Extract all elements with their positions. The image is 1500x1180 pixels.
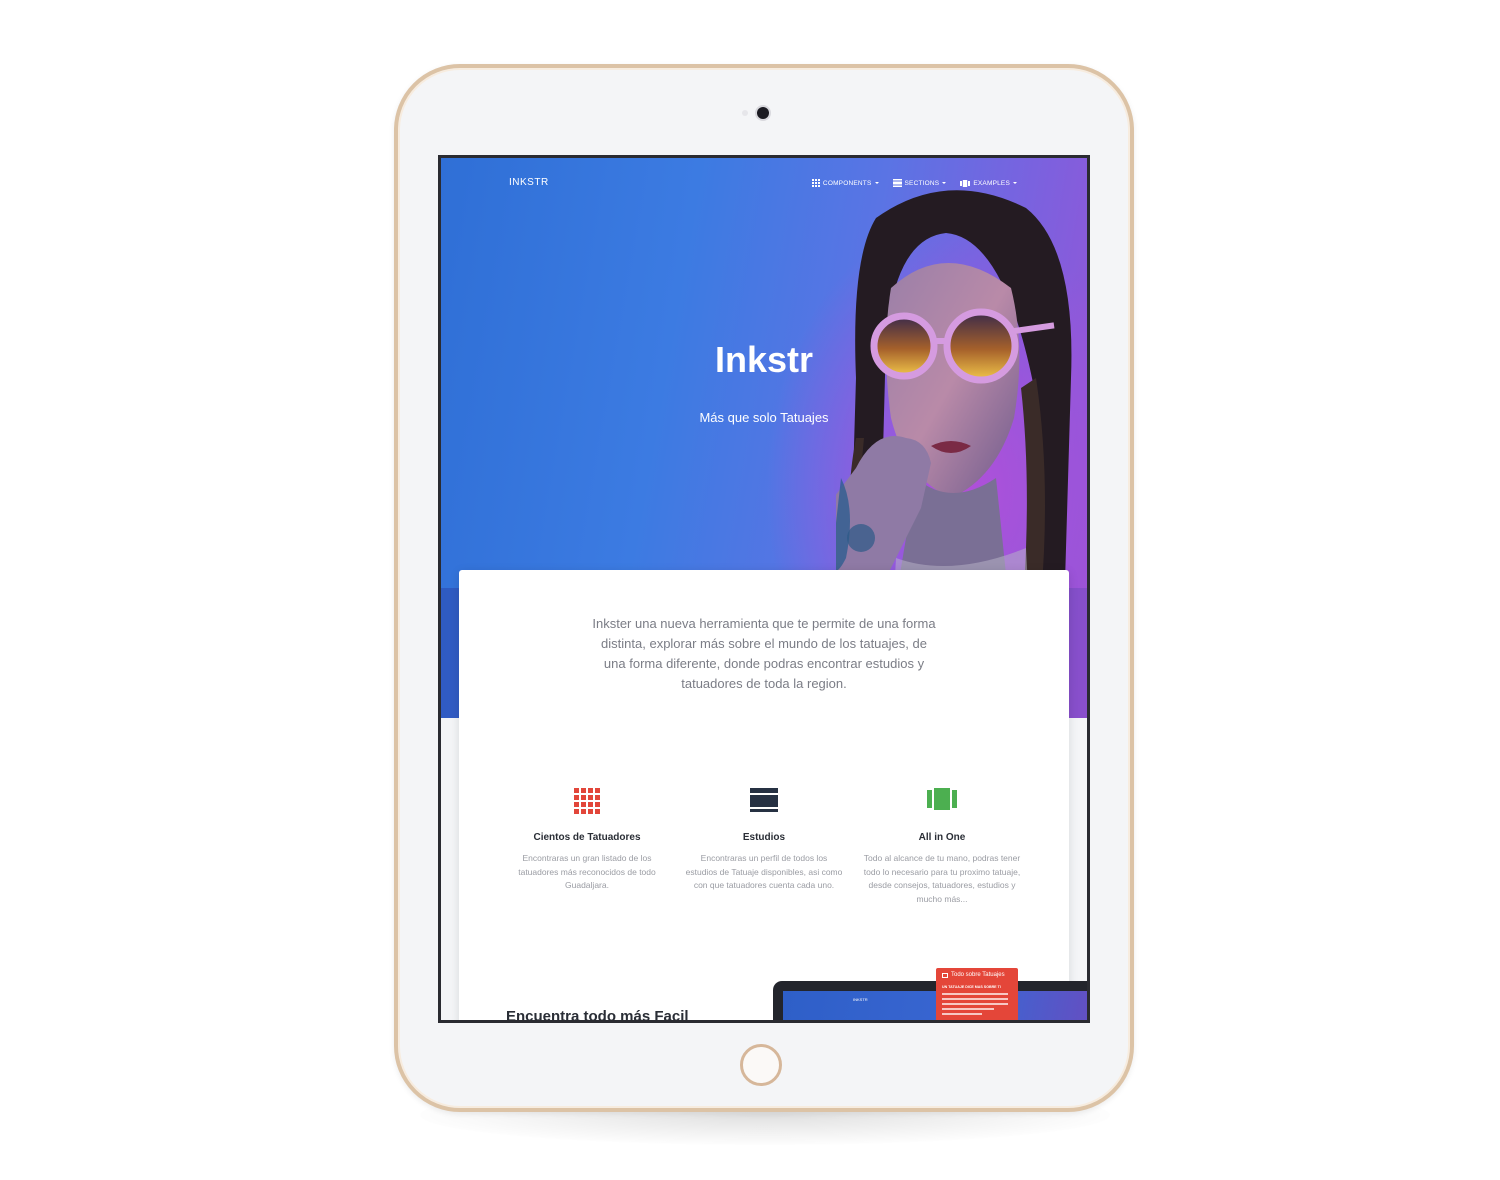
intro-paragraph: Inkster una nueva herramienta que te per…	[592, 616, 936, 691]
feature-estudios: Estudios Encontraras un perfil de todos …	[684, 788, 844, 893]
tablet-screen: INKSTR COMPONENTS SECTIONS EXAMPLES Inks…	[438, 155, 1090, 1023]
laptop-preview: INKSTR	[773, 981, 1087, 1020]
feature-all-in-one: All in One Todo al alcance de tu mano, p…	[862, 788, 1022, 906]
nav-sections[interactable]: SECTIONS	[892, 179, 947, 187]
feature-title: Estudios	[742, 832, 786, 843]
section-title: Encuentra todo más Facil	[506, 1008, 689, 1020]
front-camera	[757, 107, 769, 119]
feature-tatuadores: Cientos de Tatuadores Encontraras un gra…	[507, 788, 667, 893]
feature-title: Cientos de Tatuadores	[533, 832, 641, 843]
apps-icon	[811, 179, 820, 187]
chevron-down-icon	[874, 182, 879, 184]
light-sensor	[742, 110, 748, 116]
nav-examples[interactable]: EXAMPLES	[960, 179, 1017, 187]
preview-brand: INKSTR	[853, 997, 868, 1002]
feature-text: Encontraras un perfil de todos los estud…	[685, 853, 843, 890]
grid-icon	[574, 788, 600, 814]
chevron-down-icon	[942, 182, 947, 184]
view-list-icon	[750, 788, 778, 814]
feature-title: All in One	[918, 832, 966, 843]
view-day-icon	[892, 179, 902, 187]
nav-components[interactable]: COMPONENTS	[811, 179, 879, 187]
view-carousel-icon	[927, 788, 957, 814]
nav-sections-label: SECTIONS	[904, 179, 940, 187]
nav-components-label: COMPONENTS	[822, 179, 872, 187]
home-button[interactable]	[740, 1044, 782, 1086]
nav-examples-label: EXAMPLES	[973, 179, 1010, 187]
brand-logo[interactable]: INKSTR	[509, 177, 549, 188]
feature-text: Todo al alcance de tu mano, podras tener…	[863, 853, 1021, 904]
preview-card-subtitle: UN TATUAJE DICE MAS SOBRE TI	[942, 985, 1001, 989]
hero-subtitle: Más que solo Tatuajes	[699, 410, 829, 425]
preview-card-title: Todo sobre Tatuajes	[951, 972, 1005, 978]
news-icon	[942, 972, 948, 978]
view-carousel-icon	[960, 179, 971, 187]
main-content-card: Inkster una nueva herramienta que te per…	[459, 570, 1087, 1020]
preview-card-lines	[942, 993, 1008, 1015]
top-nav: COMPONENTS SECTIONS EXAMPLES	[811, 179, 1017, 187]
hero-title: Inkstr	[714, 339, 814, 380]
feature-text: Encontraras un gran listado de los tatua…	[518, 853, 656, 890]
laptop-screen: INKSTR	[783, 991, 1087, 1020]
chevron-down-icon	[1013, 182, 1017, 184]
preview-red-card: Todo sobre Tatuajes UN TATUAJE DICE MAS …	[936, 968, 1018, 1020]
